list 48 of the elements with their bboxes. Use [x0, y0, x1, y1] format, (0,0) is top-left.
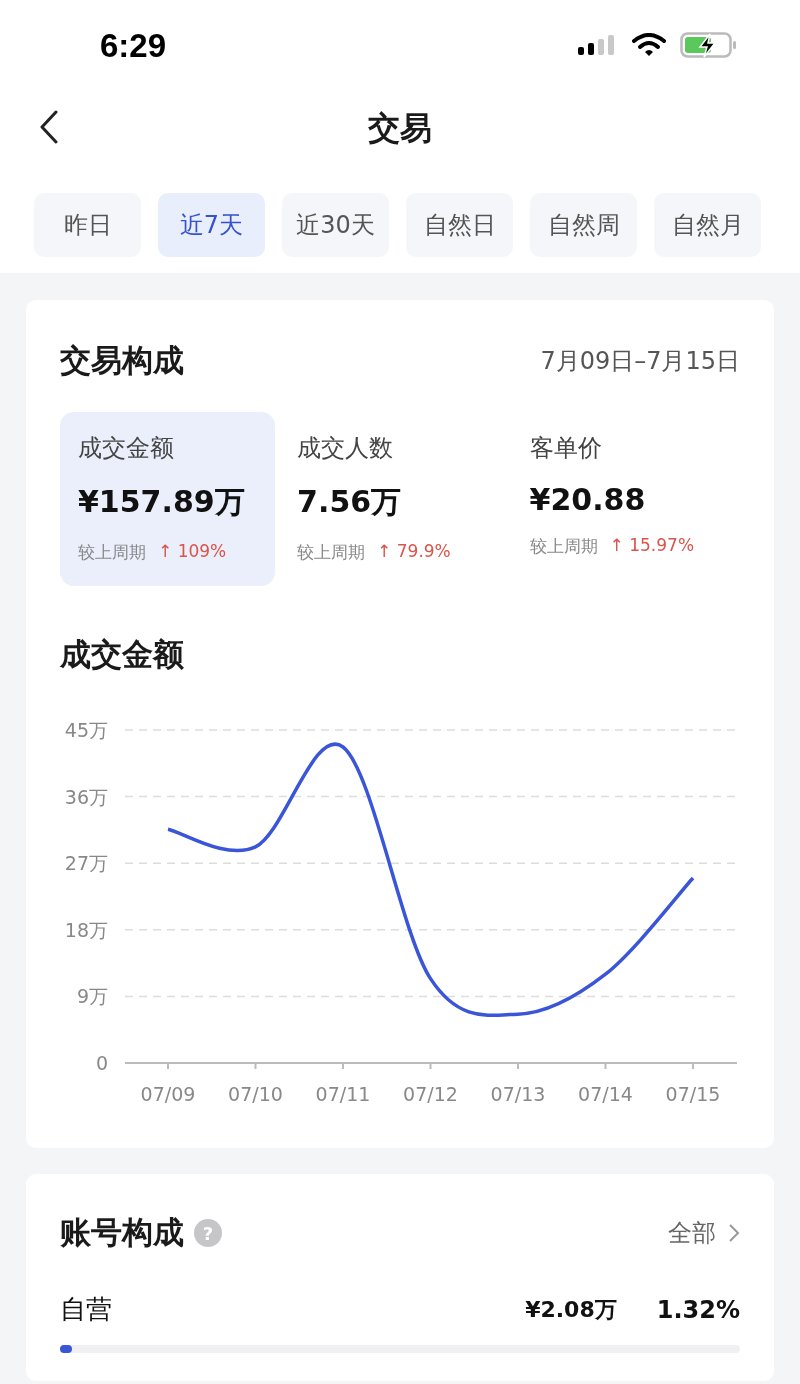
period-tab[interactable]: 自然月 — [654, 193, 761, 257]
x-axis-label: 07/14 — [578, 1083, 633, 1105]
metric-card[interactable]: 成交人数 7.56万 较上周期 ↑ 79.9% — [293, 412, 508, 586]
metric-card[interactable]: 成交金额 ¥157.89万 较上周期 ↑ 109% — [60, 412, 276, 586]
x-axis-label: 07/13 — [490, 1083, 546, 1105]
period-tab[interactable]: 近30天 — [282, 193, 389, 257]
account-share: 1.32% — [656, 1295, 740, 1324]
y-axis-label: 27万 — [64, 852, 108, 875]
metric-label: 客单价 — [529, 433, 603, 464]
x-axis-label: 07/09 — [140, 1083, 196, 1105]
battery-charging-icon — [680, 32, 738, 58]
x-axis-label: 07/10 — [228, 1083, 283, 1105]
date-range: 7月09日–7月15日 — [540, 346, 740, 377]
compare-label: 较上周期 — [529, 535, 598, 558]
compare-label: 较上周期 — [297, 541, 366, 564]
chart-title: 成交金额 — [60, 635, 185, 674]
status-time: 6:29 — [100, 27, 167, 65]
back-button[interactable] — [38, 110, 60, 144]
metric-value: ¥157.89万 — [78, 483, 246, 521]
metric-label: 成交金额 — [78, 433, 175, 464]
metric-value: ¥20.88 — [529, 482, 647, 517]
period-tab[interactable]: 近7天 — [158, 193, 265, 257]
period-tab[interactable]: 自然周 — [530, 193, 637, 257]
compare-label: 较上周期 — [78, 541, 146, 564]
account-amount: ¥2.08万 — [525, 1295, 617, 1324]
metric-card[interactable]: 客单价 ¥20.88 较上周期 ↑ 15.97% — [525, 412, 740, 586]
page-title: 交易 — [368, 108, 432, 149]
section-title: 账号构成 — [60, 1213, 184, 1252]
wifi-icon — [632, 33, 666, 57]
section-title: 交易构成 — [60, 341, 184, 380]
chevron-right-icon — [728, 1223, 740, 1243]
x-axis-label: 07/12 — [403, 1083, 458, 1105]
y-axis-label: 18万 — [64, 918, 108, 941]
x-axis-label: 07/11 — [315, 1083, 371, 1105]
period-tab[interactable]: 自然日 — [406, 193, 513, 257]
period-tab[interactable]: 昨日 — [34, 193, 141, 257]
change-value: ↑ 15.97% — [609, 535, 695, 557]
metric-label: 成交人数 — [297, 433, 395, 464]
metric-value: 7.56万 — [297, 483, 403, 521]
y-axis-label: 36万 — [64, 785, 108, 808]
y-axis-label: 9万 — [76, 985, 108, 1008]
x-axis-label: 07/15 — [665, 1083, 721, 1105]
y-axis-label: 45万 — [64, 719, 108, 741]
change-value: ↑ 79.9% — [377, 541, 451, 563]
view-all-link[interactable]: 全部 — [668, 1217, 740, 1249]
y-axis-label: 0 — [95, 1052, 108, 1074]
change-value: ↑ 109% — [158, 541, 227, 563]
account-name: 自营 — [60, 1293, 113, 1326]
